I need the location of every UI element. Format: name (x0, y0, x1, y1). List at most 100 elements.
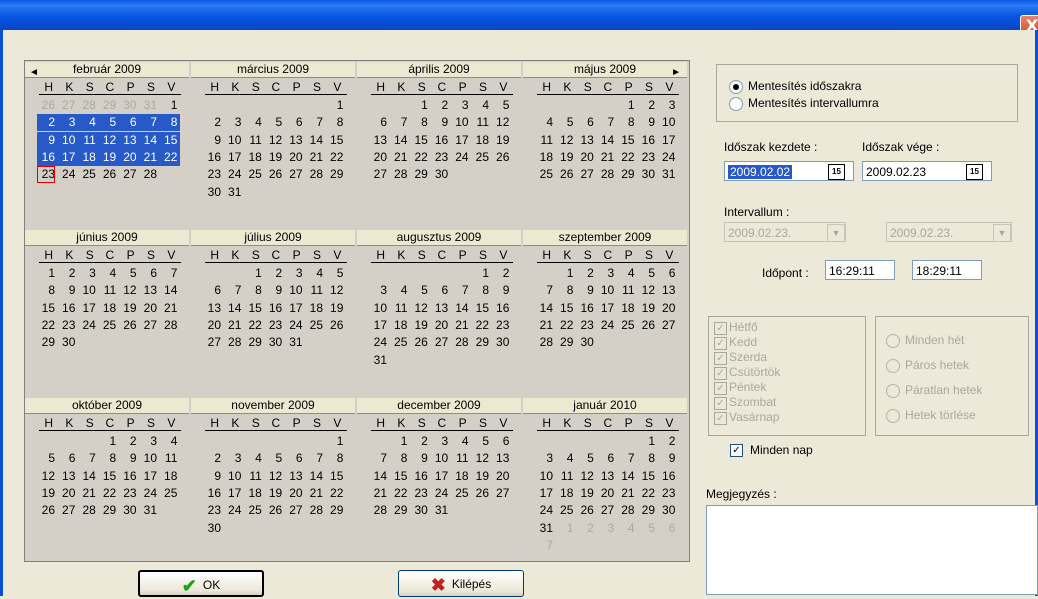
day-cell[interactable]: 13 (369, 132, 387, 149)
day-cell[interactable]: 30 (430, 166, 448, 183)
day-cell[interactable]: 28 (389, 166, 407, 183)
day-cell[interactable]: 6 (657, 265, 676, 282)
day-cell[interactable]: 24 (57, 166, 75, 183)
day-cell[interactable]: 14 (305, 468, 323, 485)
day-cell[interactable]: 10 (78, 282, 95, 299)
day-cell[interactable]: 1 (325, 97, 344, 114)
day-cell[interactable]: 20 (491, 468, 509, 485)
day-cell[interactable]: 29 (389, 502, 407, 519)
day-cell[interactable]: 30 (203, 184, 221, 201)
day-cell[interactable]: 29 (244, 334, 261, 351)
day-cell[interactable]: 17 (57, 148, 76, 166)
day-cell[interactable]: 6 (203, 282, 221, 299)
day-cell[interactable]: 26 (264, 502, 282, 519)
day-cell[interactable]: 2 (657, 433, 676, 450)
day-cell[interactable]: 12 (264, 132, 282, 149)
day-cell[interactable]: 4 (471, 97, 489, 114)
day-cell[interactable]: 2 (430, 97, 449, 114)
day-cell[interactable]: 6 (57, 450, 76, 467)
day-cell[interactable]: 4 (451, 433, 469, 450)
day-cell[interactable]: 3 (223, 450, 242, 467)
day-cell[interactable]: 17 (596, 300, 614, 317)
next-month-arrow-icon[interactable]: ► (671, 65, 681, 80)
day-cell[interactable]: 17 (369, 317, 387, 334)
day-cell[interactable]: 21 (305, 149, 323, 166)
day-cell[interactable]: 21 (159, 300, 177, 317)
day-cell[interactable]: 18 (159, 468, 177, 485)
day-cell[interactable]: 31 (139, 502, 157, 519)
day-cell[interactable]: 18 (77, 148, 96, 166)
weeks-radio[interactable] (886, 409, 900, 423)
day-cell[interactable]: 9 (37, 131, 55, 149)
day-cell[interactable]: 18 (244, 485, 261, 502)
day-cell[interactable]: 16 (657, 468, 675, 485)
day-cell[interactable]: 3 (78, 265, 96, 282)
day-cell[interactable]: 3 (57, 114, 76, 132)
day-cell[interactable]: 11 (305, 282, 323, 299)
day-cell[interactable]: 5 (264, 450, 283, 467)
day-cell[interactable]: 26 (410, 334, 427, 351)
day-cell[interactable]: 14 (535, 300, 553, 317)
day-cell[interactable]: 19 (37, 485, 55, 502)
day-cell[interactable]: 18 (555, 485, 573, 502)
day-cell[interactable]: 17 (285, 300, 302, 317)
day-cell[interactable]: 20 (430, 317, 448, 334)
day-cell[interactable]: 14 (389, 132, 407, 149)
day-cell[interactable]: 28 (223, 334, 241, 351)
day-cell[interactable]: 6 (139, 265, 157, 282)
day-cell[interactable]: 27 (285, 166, 302, 183)
day-cell[interactable]: 20 (657, 300, 675, 317)
day-cell[interactable]: 27 (491, 485, 509, 502)
day-cell[interactable]: 1 (98, 433, 117, 450)
day-cell[interactable]: 11 (555, 468, 573, 485)
day-cell[interactable]: 6 (596, 450, 615, 467)
day-cell[interactable]: 4 (77, 114, 96, 132)
day-cell[interactable]: 6 (285, 114, 303, 131)
day-cell[interactable]: 3 (369, 282, 387, 299)
day-cell[interactable]: 15 (555, 300, 573, 317)
day-cell[interactable]: 25 (617, 317, 634, 334)
day-cell[interactable]: 26 (491, 149, 509, 166)
day-cell[interactable]: 4 (305, 265, 323, 282)
day-cell[interactable]: 19 (325, 300, 343, 317)
day-cell[interactable]: 18 (471, 132, 489, 149)
day-cell[interactable]: 12 (325, 282, 343, 299)
day-cell[interactable]: 2 (576, 265, 594, 282)
day-cell[interactable]: 24 (369, 334, 387, 351)
day-cell[interactable]: 9 (119, 450, 137, 467)
day-cell[interactable]: 31 (430, 502, 448, 519)
day-cell[interactable]: 19 (637, 300, 655, 317)
day-cell[interactable]: 24 (285, 317, 302, 334)
day-cell[interactable]: 12 (119, 282, 136, 299)
day-cell[interactable]: 30 (410, 502, 427, 519)
day-cell[interactable]: 5 (576, 450, 594, 467)
day-cell[interactable]: 6 (657, 520, 676, 537)
day-cell[interactable]: 19 (491, 132, 509, 149)
day-cell[interactable]: 21 (451, 317, 468, 334)
day-cell[interactable]: 2 (637, 97, 655, 114)
day-cell[interactable]: 7 (159, 265, 178, 282)
day-cell[interactable]: 7 (535, 537, 553, 554)
day-cell[interactable]: 2 (119, 433, 137, 450)
day-cell[interactable]: 15 (471, 300, 489, 317)
day-cell[interactable]: 30 (203, 520, 221, 537)
day-cell[interactable]: 27 (203, 334, 221, 351)
day-cell[interactable]: 28 (596, 166, 614, 183)
period-start-calendar-icon[interactable]: 15 (828, 164, 845, 180)
day-cell[interactable]: 28 (305, 502, 323, 519)
day-cell[interactable]: 24 (596, 317, 614, 334)
day-cell[interactable]: 20 (576, 149, 593, 166)
day-cell[interactable]: 13 (139, 282, 157, 299)
day-cell[interactable]: 16 (637, 132, 655, 149)
day-cell[interactable]: 12 (576, 468, 593, 485)
day-cell[interactable]: 11 (535, 132, 553, 149)
day-cell[interactable]: 14 (223, 300, 241, 317)
day-cell[interactable]: 2 (37, 114, 55, 132)
day-cell[interactable]: 26 (555, 166, 573, 183)
day-cell[interactable]: 22 (37, 317, 55, 334)
interval-from-dropdown-icon[interactable]: ▼ (827, 224, 845, 242)
day-cell[interactable]: 22 (410, 149, 427, 166)
day-cell[interactable]: 11 (98, 282, 116, 299)
day-cell[interactable]: 4 (617, 265, 635, 282)
day-cell[interactable]: 6 (118, 114, 137, 132)
